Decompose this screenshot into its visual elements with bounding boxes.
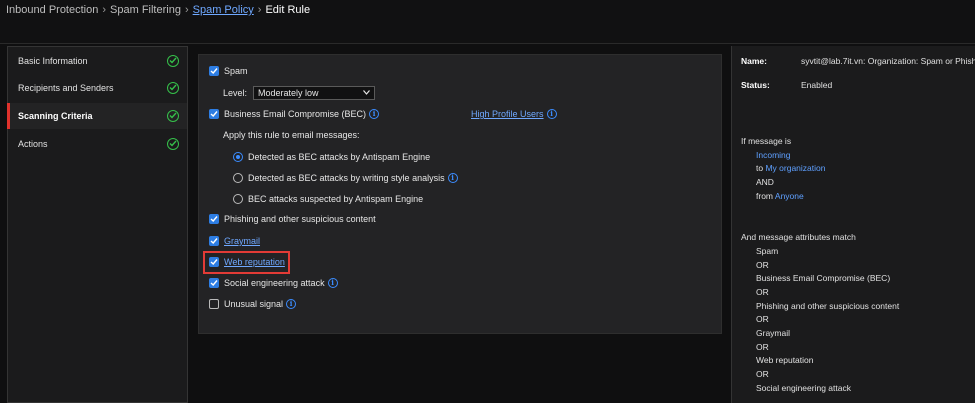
graymail-link[interactable]: Graymail — [224, 236, 260, 246]
attr-item: Phishing and other suspicious content — [756, 301, 900, 311]
attr-or: OR — [756, 287, 769, 297]
status-label: Status: — [741, 80, 770, 90]
breadcrumb-separator: › — [257, 4, 262, 16]
level-label: Level: — [223, 88, 248, 98]
attr-item: Social engineering attack — [756, 383, 851, 393]
name-value: syvtit@lab.7it.vn: Organization: Spam or… — [801, 56, 975, 66]
level-row: Level: — [223, 88, 247, 98]
nav-item-actions[interactable]: Actions — [8, 131, 187, 157]
anyone-text: Anyone — [774, 191, 804, 201]
graymail-checkbox[interactable] — [209, 236, 219, 246]
radio-antispam[interactable] — [233, 152, 243, 162]
bec-label: Business Email Compromise (BEC) — [224, 109, 367, 119]
chevron-down-icon — [363, 90, 370, 95]
apply-rule-label: Apply this rule to email messages: — [223, 130, 360, 140]
rule-summary-panel: Name: syvtit@lab.7it.vn: Organization: S… — [731, 46, 975, 403]
status-value: Enabled — [801, 80, 833, 90]
to-row: to My organization — [756, 163, 825, 173]
breadcrumb-inbound-protection[interactable]: Inbound Protection — [6, 4, 98, 16]
spam-option: Spam — [209, 66, 248, 76]
attr-item: Graymail — [756, 328, 791, 338]
attr-item: Spam — [756, 246, 779, 256]
breadcrumb-spam-policy[interactable]: Spam Policy — [193, 4, 254, 16]
info-icon[interactable]: i — [286, 299, 297, 309]
top-bar: Inbound Protection › Spam Filtering › Spam P… — [0, 0, 975, 44]
radio-writing-style-label: Detected as BEC attacks by writing style… — [248, 173, 445, 183]
unusual-signal-checkbox[interactable] — [209, 299, 219, 309]
attr-or: OR — [756, 260, 769, 270]
unusual-signal-option: Unusual signal i — [209, 299, 297, 309]
info-icon[interactable]: i — [447, 173, 458, 183]
radio-option-writing-style: Detected as BEC attacks by writing style… — [233, 173, 458, 183]
info-icon[interactable]: i — [546, 109, 557, 119]
phishing-checkbox[interactable] — [209, 214, 219, 224]
breadcrumb-separator: › — [184, 4, 189, 16]
bec-option: Business Email Compromise (BEC) i — [209, 109, 380, 119]
my-organization-text: My organization — [765, 163, 826, 173]
attr-item: Business Email Compromise (BEC) — [756, 273, 891, 283]
spam-level-select[interactable]: Moderately low — [253, 86, 375, 100]
from-text: from — [756, 191, 773, 201]
spam-checkbox[interactable] — [209, 66, 219, 76]
breadcrumb-edit-rule: Edit Rule — [265, 4, 311, 16]
check-circle-icon — [167, 82, 179, 94]
from-row: from Anyone — [756, 191, 804, 201]
radio-option-suspected: BEC attacks suspected by Antispam Engine — [233, 194, 423, 204]
phishing-label: Phishing and other suspicious content — [224, 214, 376, 224]
check-circle-icon — [167, 55, 179, 67]
to-text: to — [756, 163, 764, 173]
breadcrumb-separator: › — [102, 4, 107, 16]
nav-item-label: Recipients and Senders — [18, 83, 114, 93]
bec-checkbox[interactable] — [209, 109, 219, 119]
social-engineering-checkbox[interactable] — [209, 278, 219, 288]
nav-item-label: Scanning Criteria — [18, 111, 93, 121]
social-engineering-label: Social engineering attack — [224, 278, 325, 288]
unusual-signal-label: Unusual signal — [224, 299, 284, 309]
scanning-criteria-panel: Spam Level: Moderately low Business Emai… — [198, 54, 722, 334]
apply-rule-text: Apply this rule to email messages: — [223, 130, 360, 140]
attributes-match-label: And message attributes match — [741, 232, 856, 242]
nav-item-basic-information[interactable]: Basic Information — [8, 48, 187, 74]
spam-label: Spam — [224, 66, 248, 76]
social-engineering-option: Social engineering attack i — [209, 278, 338, 288]
web-reputation-highlight-box — [203, 251, 290, 274]
nav-item-label: Actions — [18, 139, 48, 149]
incoming-text: Incoming — [756, 150, 791, 160]
if-message-is: If message is — [741, 136, 792, 146]
check-circle-icon — [167, 110, 179, 122]
spam-level-value: Moderately low — [258, 88, 319, 98]
nav-item-label: Basic Information — [18, 56, 88, 66]
radio-option-antispam: Detected as BEC attacks by Antispam Engi… — [233, 152, 430, 162]
attr-or: OR — [756, 342, 769, 352]
nav-item-scanning-criteria[interactable]: Scanning Criteria — [7, 103, 187, 129]
incoming-value: Incoming — [756, 150, 791, 160]
attr-or: OR — [756, 369, 769, 379]
radio-suspected-label: BEC attacks suspected by Antispam Engine — [248, 194, 424, 204]
graymail-option: Graymail — [209, 236, 260, 246]
wizard-step-nav: Basic Information Recipients and Senders… — [7, 46, 188, 403]
breadcrumb-spam-filtering[interactable]: Spam Filtering — [110, 4, 181, 16]
info-icon[interactable]: i — [369, 109, 380, 119]
high-profile-users: High Profile Users i — [471, 109, 557, 119]
high-profile-users-link[interactable]: High Profile Users — [471, 109, 544, 119]
radio-antispam-label: Detected as BEC attacks by Antispam Engi… — [248, 152, 431, 162]
info-icon[interactable]: i — [327, 278, 338, 288]
phishing-option: Phishing and other suspicious content — [209, 214, 376, 224]
and-text: AND — [756, 177, 774, 187]
name-label: Name: — [741, 56, 767, 66]
breadcrumb: Inbound Protection › Spam Filtering › Spam P… — [6, 4, 310, 16]
attr-item: Web reputation — [756, 355, 814, 365]
radio-writing-style[interactable] — [233, 173, 243, 183]
attr-or: OR — [756, 314, 769, 324]
check-circle-icon — [167, 138, 179, 150]
radio-suspected[interactable] — [233, 194, 243, 204]
nav-item-recipients-and-senders[interactable]: Recipients and Senders — [8, 75, 187, 101]
